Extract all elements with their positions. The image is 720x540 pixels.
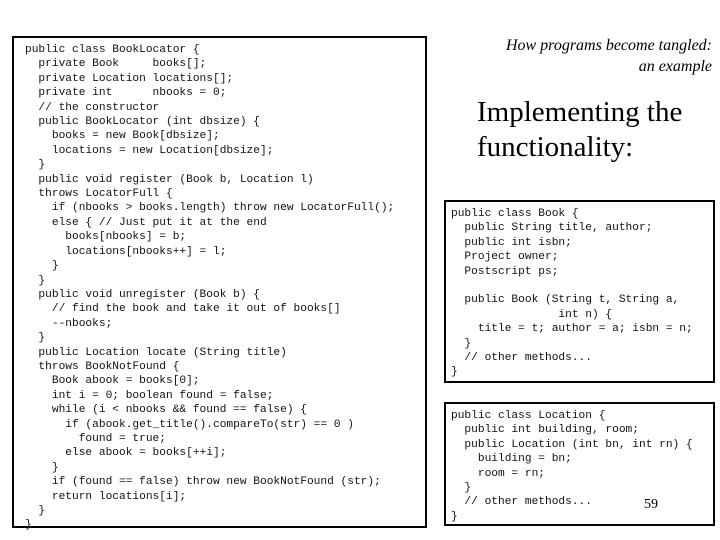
page-number: 59 — [644, 497, 658, 512]
slide-subtitle: How programs become tangled: an example — [506, 35, 712, 77]
book-class-code-box: public class Book { public String title,… — [444, 200, 715, 383]
book-locator-code: public class BookLocator { private Book … — [25, 44, 395, 532]
heading-line-2: functionality: — [477, 131, 634, 163]
slide-heading: Implementing the functionality: — [477, 95, 682, 165]
location-class-code-box: public class Location { public int build… — [444, 402, 715, 526]
subtitle-line-2: an example — [638, 58, 712, 75]
subtitle-line-1: How programs become tangled: — [505, 37, 712, 54]
location-class-code: public class Location { public int build… — [451, 410, 693, 523]
heading-line-1: Implementing the — [477, 96, 683, 128]
book-locator-code-box: public class BookLocator { private Book … — [12, 36, 427, 531]
book-class-code: public class Book { public String title,… — [451, 208, 693, 379]
